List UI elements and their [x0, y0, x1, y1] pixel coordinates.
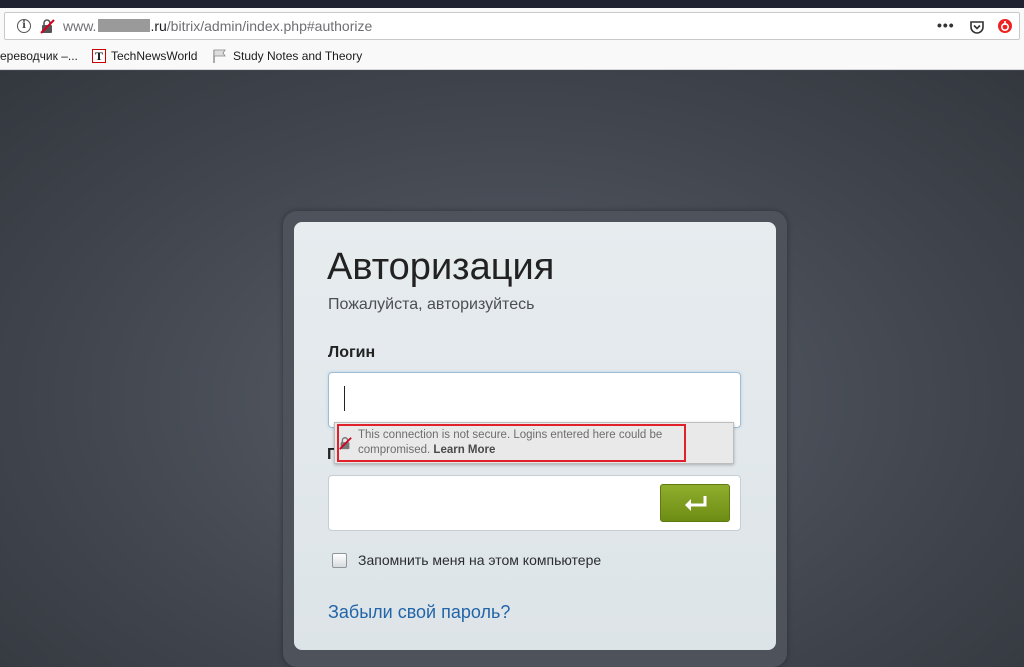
url-prefix: www.: [63, 18, 97, 34]
page-title: Авторизация: [327, 246, 555, 288]
enter-arrow-icon: [685, 496, 707, 511]
login-input[interactable]: [328, 372, 741, 428]
bookmark-translator[interactable]: ереводчик –...: [0, 49, 78, 63]
remember-me-label[interactable]: Запомнить меня на этом компьютере: [358, 552, 601, 568]
extension-icon[interactable]: [997, 18, 1013, 34]
bookmarks-bar: ереводчик –... T TechNewsWorld Study Not…: [0, 44, 1024, 70]
text-caret: [344, 386, 345, 411]
login-label: Логин: [328, 344, 376, 361]
forgot-password-link[interactable]: Забыли свой пароль?: [328, 602, 510, 623]
url-path: /bitrix/admin/index.php#authorize: [166, 18, 373, 34]
site-info-icon[interactable]: i: [17, 19, 31, 33]
t-logo-icon: T: [92, 49, 106, 63]
pocket-icon[interactable]: [969, 19, 985, 35]
insecure-lock-icon[interactable]: [39, 18, 55, 34]
page-actions-menu-button[interactable]: •••: [937, 17, 955, 33]
bookmark-label: ереводчик –...: [0, 49, 78, 63]
bookmark-study-notes[interactable]: Study Notes and Theory: [212, 49, 362, 63]
remember-me-checkbox[interactable]: [332, 553, 347, 568]
url-bar[interactable]: i www. .ru/bitrix/admin/index.php#authori…: [4, 12, 1020, 40]
url-text[interactable]: www. .ru/bitrix/admin/index.php#authorize: [63, 18, 372, 34]
url-domain: .ru: [150, 18, 167, 34]
bookmark-label: TechNewsWorld: [111, 49, 198, 63]
bookmark-technewsworld[interactable]: T TechNewsWorld: [92, 49, 197, 63]
submit-button[interactable]: [660, 484, 730, 522]
flag-icon: [213, 49, 226, 63]
page-subtitle: Пожалуйста, авторизуйтесь: [328, 296, 535, 313]
bookmark-label: Study Notes and Theory: [233, 49, 363, 63]
window-top-strip: [0, 0, 1024, 8]
toolbar: i www. .ru/bitrix/admin/index.php#authori…: [0, 8, 1024, 44]
highlight-annotation-box: [337, 424, 686, 462]
url-redacted-block: [98, 19, 151, 32]
